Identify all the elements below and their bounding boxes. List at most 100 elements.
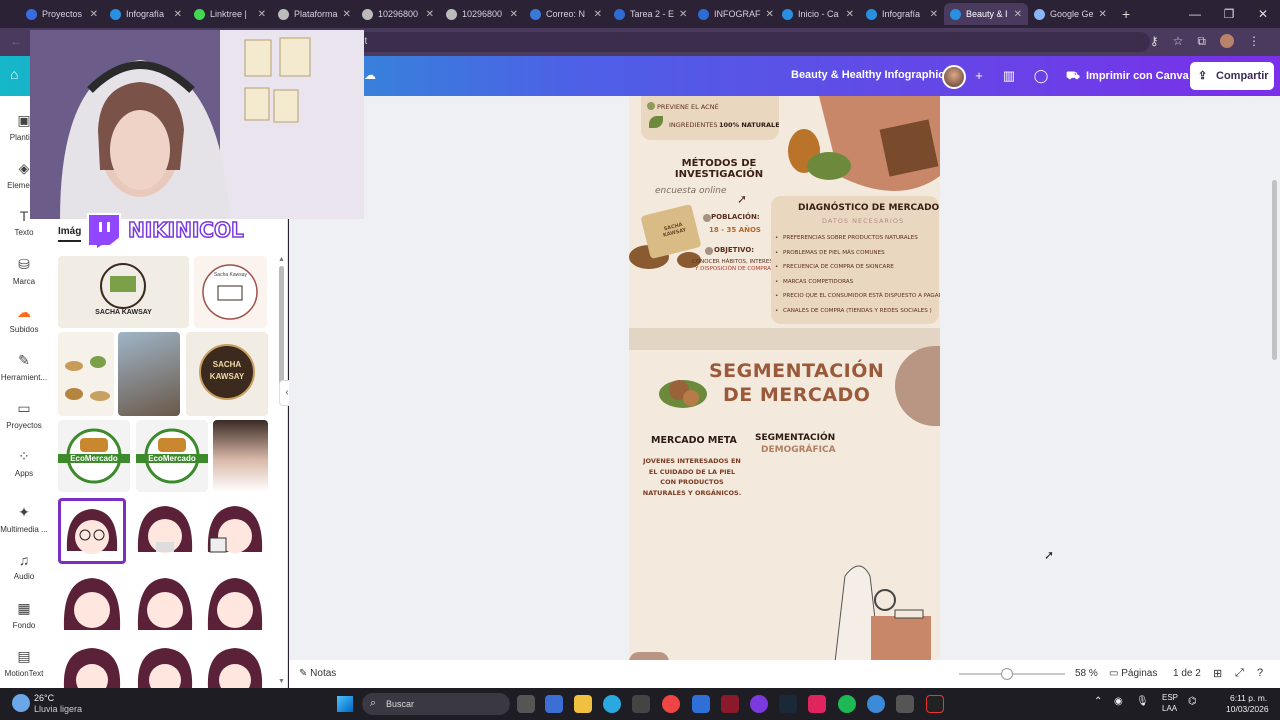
sacha-kawsay-dark-logo-thumb[interactable]: SACHA KAWSAY bbox=[186, 332, 268, 416]
design-page[interactable]: PREVIENE EL ACNÉ INGREDIENTES 100% NATUR… bbox=[629, 96, 940, 662]
rail-projects[interactable]: ▭ Proyectos bbox=[0, 400, 48, 430]
rail-brand[interactable]: ⛁ Marca bbox=[0, 256, 48, 286]
rail-tools[interactable]: ✎ Herramient... bbox=[0, 352, 48, 382]
document-title[interactable]: Beauty & Healthy Infographic bbox=[791, 69, 944, 81]
tiktok-icon[interactable] bbox=[808, 695, 826, 713]
obs-icon[interactable] bbox=[926, 695, 944, 713]
zoom-slider-handle[interactable] bbox=[1000, 668, 1013, 680]
browser-tab[interactable]: Tarea 2 - E ✕ bbox=[608, 3, 692, 25]
network-icon[interactable]: ⌬ bbox=[1188, 696, 1197, 707]
comment-icon[interactable]: ◯ bbox=[1028, 64, 1054, 88]
workspace-scrollbar[interactable] bbox=[1272, 180, 1277, 360]
rail-multimedia[interactable]: ✦ Multimedia ... bbox=[0, 504, 48, 534]
browser-tab[interactable]: 10296800 ✕ bbox=[356, 3, 440, 25]
tab-close-icon[interactable]: ✕ bbox=[846, 9, 854, 20]
sticker-thumb[interactable] bbox=[202, 570, 268, 640]
tab-close-icon[interactable]: ✕ bbox=[343, 9, 351, 20]
file-explorer-icon[interactable] bbox=[574, 695, 592, 713]
windows-start-icon[interactable] bbox=[337, 696, 353, 712]
chrome-alt-icon[interactable] bbox=[867, 695, 885, 713]
ecomercado-logo-thumb-1[interactable]: EcoMercado bbox=[58, 420, 130, 492]
tab-close-icon[interactable]: ✕ bbox=[90, 9, 98, 20]
browser-tab[interactable]: Inicio - Ca ✕ bbox=[776, 3, 860, 25]
collaborator-avatar[interactable] bbox=[942, 65, 966, 89]
rail-audio[interactable]: ♫ Audio bbox=[0, 552, 48, 581]
store-icon[interactable] bbox=[632, 695, 650, 713]
tab-close-icon[interactable]: ✕ bbox=[930, 9, 938, 20]
discord-icon[interactable] bbox=[750, 695, 768, 713]
share-button[interactable]: ⇪ Compartir bbox=[1190, 62, 1274, 90]
sticker-thumb[interactable] bbox=[132, 498, 198, 564]
chrome-icon[interactable] bbox=[662, 695, 680, 713]
browser-tab[interactable]: Infografía ✕ bbox=[104, 3, 188, 25]
app2-icon[interactable] bbox=[896, 695, 914, 713]
password-key-icon[interactable]: ⚷ bbox=[1150, 34, 1159, 49]
taskbar-search[interactable]: ⌕ Buscar bbox=[362, 693, 510, 715]
profile-avatar-icon[interactable] bbox=[1220, 34, 1234, 48]
grid-view-icon[interactable]: ⊞ bbox=[1213, 667, 1222, 680]
insights-chart-icon[interactable]: ▥ bbox=[996, 64, 1022, 88]
clock-time[interactable]: 6:11 p. m. bbox=[1230, 693, 1267, 703]
fullscreen-icon[interactable]: ⤢ bbox=[1235, 667, 1244, 680]
new-tab-button[interactable]: + bbox=[1122, 6, 1130, 22]
rail-background[interactable]: ▦ Fondo bbox=[0, 600, 48, 630]
zoom-value[interactable]: 58 % bbox=[1075, 668, 1098, 679]
lang-1[interactable]: ESP bbox=[1162, 693, 1178, 702]
browser-tab[interactable]: Correo: N ✕ bbox=[524, 3, 608, 25]
rail-motiontext[interactable]: ▤ MotionText bbox=[0, 648, 48, 678]
add-collaborator-icon[interactable]: + bbox=[966, 64, 992, 88]
sticker-thumb[interactable] bbox=[132, 570, 198, 640]
rail-apps[interactable]: ⁘ Apps bbox=[0, 448, 48, 478]
browser-tab[interactable]: Infografía ✕ bbox=[860, 3, 944, 25]
tab-close-icon[interactable]: ✕ bbox=[766, 9, 774, 20]
sticker-thumb-selected[interactable] bbox=[58, 498, 126, 564]
tray-chevron-icon[interactable]: ⌃ bbox=[1094, 696, 1102, 707]
sticker-thumb[interactable] bbox=[132, 646, 198, 688]
sticker-thumb[interactable] bbox=[202, 646, 268, 688]
ecomercado-logo-thumb-2[interactable]: EcoMercado bbox=[136, 420, 208, 492]
weather-cloud-icon[interactable] bbox=[12, 694, 30, 712]
sticker-thumb[interactable] bbox=[202, 498, 268, 564]
scroll-down-arrow-icon[interactable]: ▼ bbox=[278, 678, 285, 685]
browser-tab[interactable]: INFOGRAF ✕ bbox=[692, 3, 776, 25]
tab-close-icon[interactable]: ✕ bbox=[510, 9, 518, 20]
weather-temp[interactable]: 26°C bbox=[34, 693, 54, 703]
person-photo-thumb[interactable] bbox=[118, 332, 180, 416]
woman-photo-thumb[interactable] bbox=[213, 420, 268, 492]
tab-close-icon[interactable]: ✕ bbox=[679, 9, 687, 20]
sticker-thumb[interactable] bbox=[58, 570, 126, 640]
extensions-icon[interactable]: ⧉ bbox=[1197, 34, 1206, 49]
spotify-icon[interactable] bbox=[838, 695, 856, 713]
microphone-icon[interactable]: 🎙 bbox=[1136, 696, 1149, 707]
sacha-kawsay-logo-thumb[interactable]: SACHA KAWSAY bbox=[58, 256, 189, 328]
steam-icon[interactable] bbox=[779, 695, 797, 713]
home-icon[interactable]: ⌂ bbox=[10, 66, 30, 86]
tab-close-icon[interactable]: ✕ bbox=[1014, 9, 1022, 20]
tab-images[interactable]: Imág bbox=[58, 226, 82, 242]
sticker-thumb[interactable] bbox=[58, 646, 126, 688]
edge-icon[interactable] bbox=[603, 695, 621, 713]
tray-app-icon[interactable]: ◉ bbox=[1114, 696, 1123, 707]
rail-uploads[interactable]: ☁ Subidos bbox=[0, 304, 48, 334]
back-arrow-icon[interactable]: ← bbox=[10, 34, 22, 48]
pages-button[interactable]: ▭ Páginas bbox=[1109, 668, 1157, 679]
minimize-button[interactable]: — bbox=[1178, 0, 1212, 28]
panel-scrollbar[interactable] bbox=[279, 266, 284, 396]
tab-close-icon[interactable]: ✕ bbox=[1099, 9, 1107, 20]
browser-tab[interactable]: Google Ge ✕ bbox=[1028, 3, 1112, 25]
cloud-saved-icon[interactable]: ☁ bbox=[364, 68, 376, 82]
close-window-button[interactable]: ✕ bbox=[1246, 0, 1280, 28]
app-icon[interactable] bbox=[721, 695, 739, 713]
notes-button[interactable]: ✎ Notas bbox=[299, 668, 336, 679]
task-view-icon[interactable] bbox=[517, 695, 535, 713]
browser-tab[interactable]: Proyectos ✕ bbox=[20, 3, 104, 25]
menu-dots-icon[interactable]: ⋮ bbox=[1248, 34, 1260, 49]
sacha-kawsay-stamp-thumb[interactable]: Sacha Kawsay bbox=[194, 256, 267, 328]
tab-close-icon[interactable]: ✕ bbox=[426, 9, 434, 20]
browser-tab[interactable]: Linktree | ✕ bbox=[188, 3, 272, 25]
print-with-canva-button[interactable]: ⛟ Imprimir con Canva bbox=[1058, 63, 1199, 89]
bookmark-star-icon[interactable]: ☆ bbox=[1173, 34, 1184, 49]
nuts-leaves-thumb[interactable] bbox=[58, 332, 114, 416]
browser-tab[interactable]: Beauty & I ✕ bbox=[944, 3, 1028, 25]
tab-close-icon[interactable]: ✕ bbox=[258, 9, 266, 20]
